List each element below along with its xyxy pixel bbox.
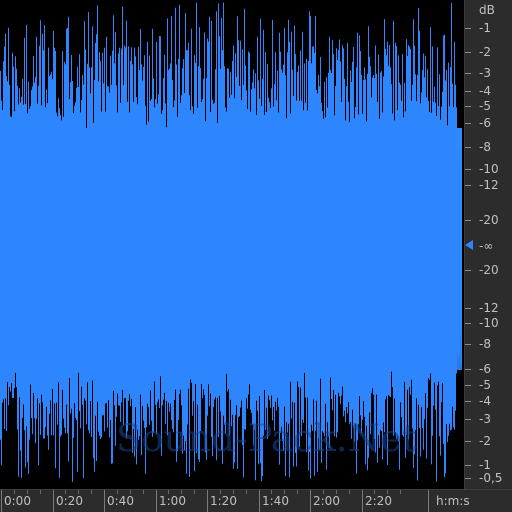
db-label: -4 [479, 84, 491, 98]
time-major-tick [104, 490, 105, 512]
time-ruler[interactable]: 0:00 0:20 0:40 1:00 1:20 1:40 2:00 2:20 h:m:s [0, 489, 512, 512]
time-end-tick [428, 490, 429, 512]
time-label: 0:40 [107, 494, 134, 508]
time-minor-tick [27, 490, 28, 494]
db-label: -3 [479, 66, 491, 80]
time-minor-tick [284, 490, 285, 494]
db-label: -20 [479, 213, 499, 227]
time-minor-tick [14, 490, 15, 494]
time-minor-tick [233, 490, 234, 494]
db-tick [465, 91, 471, 92]
db-tick [465, 419, 471, 420]
db-label: -4 [479, 394, 491, 408]
db-tick [465, 123, 471, 124]
db-tick [465, 323, 471, 324]
db-label: -3 [479, 412, 491, 426]
time-label: 0:20 [56, 494, 83, 508]
time-minor-tick [400, 490, 401, 494]
db-label: -6 [479, 116, 491, 130]
db-tick [465, 169, 471, 170]
time-major-tick [156, 490, 157, 512]
db-label: -12 [479, 301, 499, 315]
db-label: -6 [479, 362, 491, 376]
db-scale-ruler: dB -1 -2 -3 -4 -5 -6 -8 -10 -12 -20 -∞ -20 -12 -10 -8-… [464, 0, 512, 489]
time-minor-tick [65, 490, 66, 494]
db-tick [465, 147, 471, 148]
time-label: 2:00 [313, 494, 340, 508]
time-minor-tick [143, 490, 144, 494]
db-tick [465, 465, 471, 466]
db-tick [465, 478, 471, 479]
db-unit-label: dB [479, 3, 495, 17]
time-label: 1:40 [262, 494, 289, 508]
db-label: -20 [479, 263, 499, 277]
time-minor-tick [194, 490, 195, 494]
time-minor-tick [40, 490, 41, 494]
time-minor-tick [117, 490, 118, 494]
audio-editor-waveform-view: Sound-Pack.Net dB -1 -2 -3 -4 -5 -6 -8 -10 -12 -2… [0, 0, 512, 512]
db-label: -10 [479, 316, 499, 330]
time-unit-label: h:m:s [436, 494, 470, 508]
waveform-core [0, 100, 454, 408]
time-major-tick [362, 490, 363, 512]
time-major-tick [310, 490, 311, 512]
db-tick [465, 73, 471, 74]
db-tick [465, 344, 471, 345]
time-major-tick [53, 490, 54, 512]
db-tick [465, 441, 471, 442]
db-tick [465, 106, 471, 107]
time-minor-tick [91, 490, 92, 494]
time-major-tick [259, 490, 260, 512]
time-major-tick [207, 490, 208, 512]
db-label: -8 [479, 337, 491, 351]
time-minor-tick [168, 490, 169, 494]
time-label: 2:20 [365, 494, 392, 508]
time-minor-tick [374, 490, 375, 494]
db-tick [465, 52, 471, 53]
time-minor-tick [297, 490, 298, 494]
db-tick [465, 28, 471, 29]
db-tick [465, 308, 471, 309]
time-label: 0:00 [4, 494, 31, 508]
center-line-marker-icon [465, 240, 473, 250]
db-label: -1 [479, 458, 491, 472]
db-tick [465, 401, 471, 402]
time-minor-tick [130, 490, 131, 494]
waveform-display[interactable]: Sound-Pack.Net [0, 0, 464, 489]
db-tick [465, 270, 471, 271]
db-label: -1 [479, 21, 491, 35]
db-label: -∞ [479, 239, 494, 253]
db-label: -0,5 [479, 471, 503, 485]
time-minor-tick [387, 490, 388, 494]
db-tick [465, 385, 471, 386]
time-major-tick [1, 490, 2, 512]
time-minor-tick [78, 490, 79, 494]
db-tick [465, 220, 471, 221]
db-label: -2 [479, 434, 491, 448]
db-tick [465, 369, 471, 370]
time-minor-tick [181, 490, 182, 494]
time-minor-tick [336, 490, 337, 494]
db-label: -5 [479, 378, 491, 392]
time-minor-tick [271, 490, 272, 494]
waveform-svg[interactable] [0, 0, 464, 489]
db-label: -10 [479, 162, 499, 176]
time-minor-tick [220, 490, 221, 494]
db-label: -5 [479, 99, 491, 113]
time-label: 1:20 [210, 494, 237, 508]
time-minor-tick [246, 490, 247, 494]
db-label: -2 [479, 45, 491, 59]
time-label: 1:00 [159, 494, 186, 508]
db-label: -12 [479, 178, 499, 192]
time-minor-tick [349, 490, 350, 494]
db-tick [465, 185, 471, 186]
time-minor-tick [323, 490, 324, 494]
db-label: -8 [479, 140, 491, 154]
